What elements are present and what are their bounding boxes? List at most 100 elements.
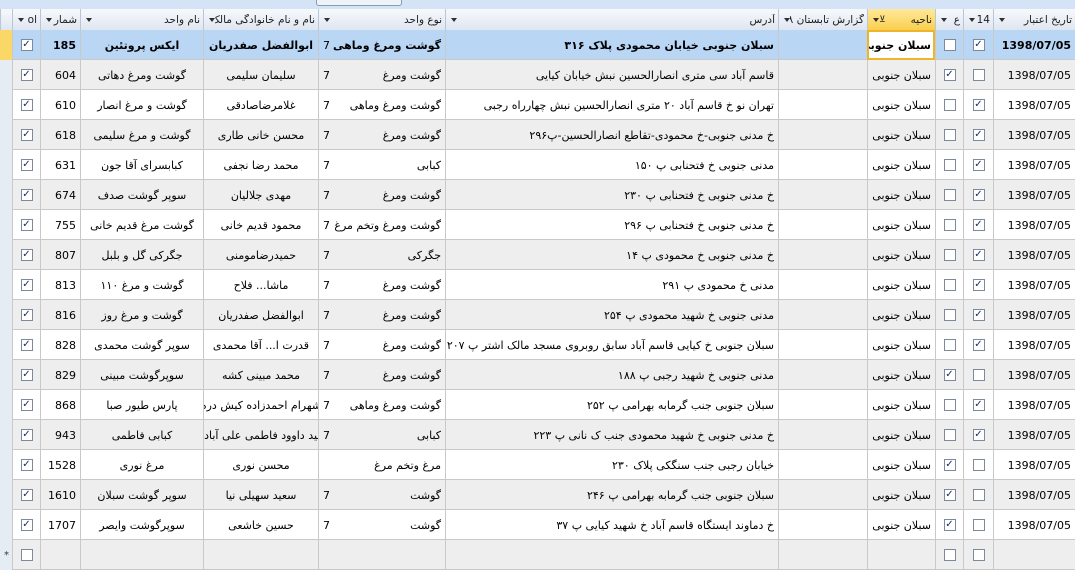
cell-unit[interactable]: کبابسرای آقا جون <box>80 150 203 180</box>
new-cell-type[interactable] <box>318 540 445 570</box>
cell-num[interactable]: 755 <box>40 210 80 240</box>
checkbox-cb14[interactable]: ✓ <box>972 279 985 291</box>
cell-address[interactable]: خ دماوند ایستگاه قاسم آباد خ شهید کیایی … <box>445 510 778 540</box>
cell-owner[interactable]: حمیدرضامومنی <box>203 240 318 270</box>
cell-num[interactable]: 868 <box>40 390 80 420</box>
cell-report[interactable] <box>778 60 867 90</box>
cell-type[interactable]: 7 گوشت ومرغ وتخم مرغ <box>318 210 445 240</box>
cell-report[interactable] <box>778 270 867 300</box>
cell-unit[interactable]: سوپر گوشت محمدی <box>80 330 203 360</box>
cell-unit[interactable]: سوپر گوشت صدف <box>80 180 203 210</box>
cell-date[interactable]: 1398/07/05 <box>993 450 1075 480</box>
cell-address[interactable]: خ مدنی جنوبی خ فتحنابی پ ۲۳۰ <box>445 180 778 210</box>
cell-address[interactable]: خیابان رجبی جنب سنگکی پلاک ۲۳۰ <box>445 450 778 480</box>
cell-date[interactable]: 1398/07/05 <box>993 240 1075 270</box>
cell-type[interactable]: 7 گوشت ومرغ <box>318 330 445 360</box>
cell-num[interactable]: 943 <box>40 420 80 450</box>
cell-cbE[interactable] <box>935 240 963 270</box>
cell-date[interactable]: 1398/07/05 <box>993 60 1075 90</box>
cell-cbE[interactable]: ✓ <box>935 360 963 390</box>
checkbox-cb14[interactable]: ✓ <box>972 219 985 231</box>
checkbox-cbE[interactable] <box>943 549 956 561</box>
cell-owner[interactable]: غلامرضاصادقی <box>203 90 318 120</box>
cell-unit[interactable]: گوشت و مرغ سلیمی <box>80 120 203 150</box>
cell-cb14[interactable] <box>963 510 993 540</box>
cell-date[interactable]: 1398/07/05 <box>993 270 1075 300</box>
cell-cbE[interactable] <box>935 120 963 150</box>
new-cell-cbE[interactable] <box>935 540 963 570</box>
cell-num[interactable]: 631 <box>40 150 80 180</box>
cell-region[interactable]: سبلان جنوبی <box>867 120 935 150</box>
cell-unit[interactable]: گوشت و مرغ انصار <box>80 90 203 120</box>
row-selector[interactable] <box>0 330 12 360</box>
checkbox-cb14[interactable]: ✓ <box>972 189 985 201</box>
cell-report[interactable] <box>778 150 867 180</box>
cell-address[interactable]: سبلان جنوبی جنب گرمابه بهرامی پ ۲۴۶ <box>445 480 778 510</box>
new-cell-cb14[interactable] <box>963 540 993 570</box>
cell-region[interactable]: سبلان جنوبی <box>867 240 935 270</box>
cell-cbE[interactable] <box>935 90 963 120</box>
cell-num[interactable]: 610 <box>40 90 80 120</box>
cell-report[interactable] <box>778 210 867 240</box>
checkbox-cb14[interactable]: ✓ <box>972 309 985 321</box>
cell-address[interactable]: سبلان جنوبی جنب گرمابه بهرامی پ ۲۵۲ <box>445 390 778 420</box>
cell-date[interactable]: 1398/07/05 <box>993 330 1075 360</box>
checkbox-cb14[interactable]: ✓ <box>972 429 985 441</box>
cell-cb14[interactable]: ✓ <box>963 120 993 150</box>
cell-region[interactable]: سبلان جنوبی <box>867 420 935 450</box>
cell-address[interactable]: مدنی خ محمودی پ ۲۹۱ <box>445 270 778 300</box>
ribbon-collapsed-button[interactable] <box>316 0 402 6</box>
cell-cbL[interactable]: ✓ <box>12 300 40 330</box>
cell-owner[interactable]: ماشا... فلاح <box>203 270 318 300</box>
checkbox-cbE[interactable]: ✓ <box>943 69 956 81</box>
cell-cbL[interactable]: ✓ <box>12 180 40 210</box>
row-selector[interactable] <box>0 360 12 390</box>
cell-report[interactable] <box>778 300 867 330</box>
cell-report[interactable] <box>778 180 867 210</box>
cell-cb14[interactable]: ✓ <box>963 210 993 240</box>
table-row[interactable]: 1398/07/05 ✓ سبلان جنوبی مدنی خ محمودی پ ۲۹… <box>0 270 1075 300</box>
cell-region[interactable]: سبلان جنوبی <box>867 150 935 180</box>
row-selector[interactable] <box>0 390 12 420</box>
cell-date[interactable]: 1398/07/05 <box>993 90 1075 120</box>
row-selector[interactable] <box>0 90 12 120</box>
table-row[interactable]: 1398/07/05 ✓ سبلان جنوبی خ مدنی جنوبی خ شهی… <box>0 420 1075 450</box>
cell-cbL[interactable]: ✓ <box>12 330 40 360</box>
checkbox-cbL[interactable]: ✓ <box>20 99 33 111</box>
new-cell-unit[interactable] <box>80 540 203 570</box>
cell-address[interactable]: خ مدنی جنوبی خ شهید محمودی جنب ک نانی پ … <box>445 420 778 450</box>
checkbox-cb14[interactable]: ✓ <box>972 339 985 351</box>
new-cell-report[interactable] <box>778 540 867 570</box>
checkbox-cbE[interactable] <box>943 129 956 141</box>
cell-num[interactable]: 618 <box>40 120 80 150</box>
cell-cbE[interactable]: ✓ <box>935 60 963 90</box>
cell-unit[interactable]: سوپر گوشت سبلان <box>80 480 203 510</box>
cell-cbL[interactable]: ✓ <box>12 270 40 300</box>
cell-region[interactable]: سبلان جنوبی <box>867 60 935 90</box>
checkbox-cb14[interactable] <box>972 69 985 81</box>
cell-num[interactable]: 813 <box>40 270 80 300</box>
row-selector[interactable] <box>0 420 12 450</box>
cell-cb14[interactable]: ✓ <box>963 30 993 60</box>
cell-cbL[interactable]: ✓ <box>12 510 40 540</box>
cell-region[interactable]: سبلان جنوبی <box>867 450 935 480</box>
cell-unit[interactable]: گوشت و مرغ ۱۱۰ <box>80 270 203 300</box>
cell-owner[interactable]: سعید سهیلی نیا <box>203 480 318 510</box>
checkbox-cb14[interactable]: ✓ <box>972 249 985 261</box>
cell-cbE[interactable] <box>935 300 963 330</box>
checkbox-cbL[interactable]: ✓ <box>20 489 33 501</box>
cell-type[interactable]: 7 گوشت ومرغ وماهی <box>318 390 445 420</box>
cell-region[interactable]: سبلان جنوبی <box>867 180 935 210</box>
row-selector[interactable] <box>0 180 12 210</box>
cell-unit[interactable]: جگرکی گل و بلبل <box>80 240 203 270</box>
cell-date[interactable]: 1398/07/05 <box>993 480 1075 510</box>
cell-address[interactable]: تهران نو خ قاسم آباد ۲۰ متری انصارالحسین… <box>445 90 778 120</box>
cell-type[interactable]: 7 گوشت ومرغ <box>318 300 445 330</box>
row-selector[interactable] <box>0 30 12 60</box>
cell-cbL[interactable]: ✓ <box>12 360 40 390</box>
checkbox-cbL[interactable]: ✓ <box>20 159 33 171</box>
select-all-corner[interactable] <box>0 9 12 30</box>
cell-report[interactable] <box>778 420 867 450</box>
cell-report[interactable] <box>778 360 867 390</box>
new-cell-region[interactable] <box>867 540 935 570</box>
